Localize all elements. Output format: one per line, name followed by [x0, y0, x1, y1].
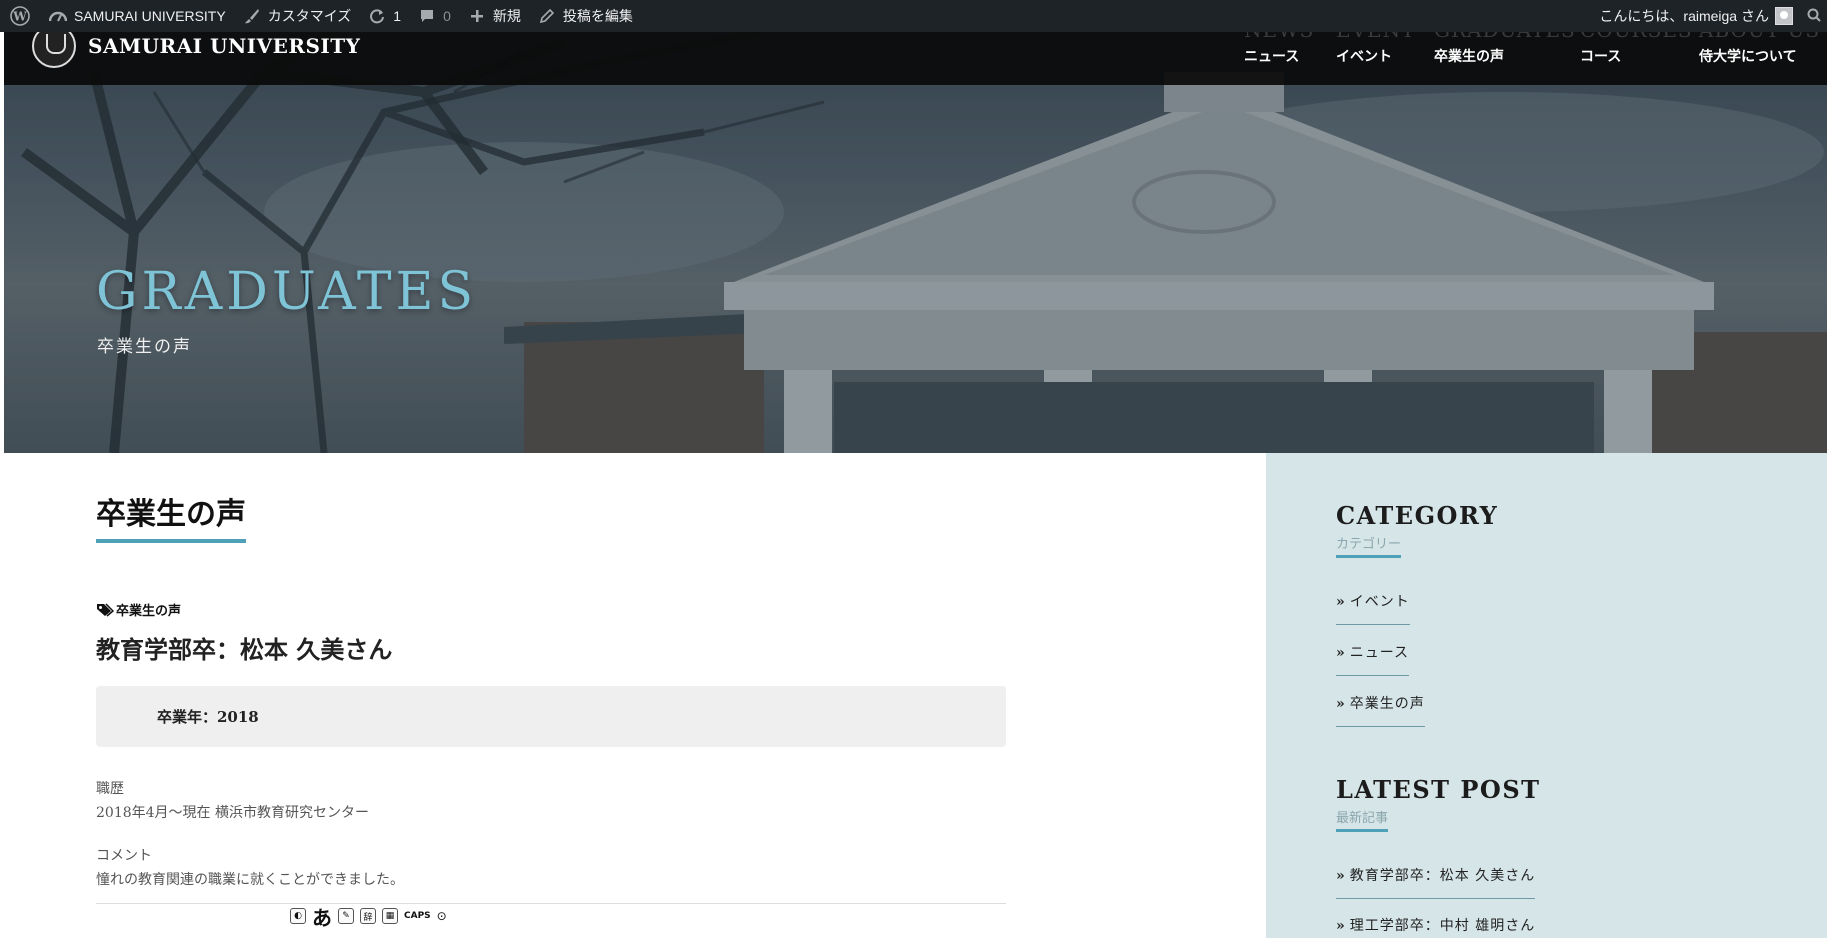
admin-search-button[interactable]: [1801, 0, 1827, 32]
ime-tool-icon[interactable]: ✎: [338, 908, 354, 924]
caps-indicator: CAPS: [404, 911, 431, 921]
category-item-news[interactable]: » ニュース: [1336, 642, 1410, 676]
main-content: 卒業生の声 卒業生の声 教育学部卒：松本 久美さん 卒業年：2018 職歴 20…: [4, 453, 1266, 938]
latest-widget-title: LATEST POST: [1336, 775, 1541, 804]
admin-site-link[interactable]: SAMURAI UNIVERSITY: [40, 0, 234, 32]
chevron-right-icon: »: [1336, 918, 1346, 934]
post-title[interactable]: 教育学部卒：松本 久美さん: [96, 630, 392, 665]
tags-icon: [96, 602, 115, 617]
plus-icon: [467, 6, 487, 26]
ime-props-icon[interactable]: ▦: [382, 908, 398, 924]
category-item-event[interactable]: » イベント: [1336, 591, 1410, 625]
hero-overlay: [4, 32, 1827, 453]
nav-item-ja: ニュース: [1244, 49, 1300, 65]
ime-toolbar[interactable]: ◐ あ ✎ 辞 ▦ CAPS ⊙: [290, 905, 447, 930]
hero-title: GRADUATES: [96, 262, 478, 322]
page-title: 卒業生の声: [96, 489, 246, 543]
comment-icon: [417, 6, 437, 26]
nav-item-ja: イベント: [1336, 49, 1392, 65]
refresh-icon: [367, 6, 387, 26]
comment-value: 憧れの教育関連の職業に就くことができました。: [96, 872, 404, 888]
hero-banner: GRADUATES 卒業生の声: [4, 32, 1827, 453]
ime-kana-indicator[interactable]: あ: [312, 902, 332, 931]
graduation-year-box: 卒業年：2018: [96, 686, 1006, 747]
nav-item-courses[interactable]: COURSES コース: [1580, 18, 1699, 85]
category-item-label: 卒業生の声: [1349, 696, 1425, 712]
career-value: 2018年4月〜現在 横浜市教育研究センター: [96, 805, 369, 821]
nav-item-event[interactable]: EVENT イベント: [1336, 18, 1434, 85]
latest-post-label: 教育学部卒：松本 久美さん: [1349, 868, 1536, 884]
nav-item-about-us[interactable]: ABOUT US 侍大学について: [1699, 18, 1827, 85]
latest-post-item[interactable]: » 理工学部卒：中村 雄明さん: [1336, 915, 1535, 938]
nav-item-graduates[interactable]: GRADUATES 卒業生の声: [1434, 18, 1580, 85]
chevron-right-icon: »: [1336, 594, 1346, 610]
admin-customize-link[interactable]: カスタマイズ: [234, 0, 360, 32]
category-widget-title: CATEGORY: [1336, 501, 1499, 530]
site-title: SAMURAI UNIVERSITY: [88, 33, 361, 58]
latest-widget-subtitle: 最新記事: [1336, 807, 1389, 832]
category-widget-subtitle: カテゴリー: [1336, 533, 1402, 558]
ime-kana-lock-icon: ⊙: [436, 909, 447, 923]
graduation-year: 卒業年：2018: [157, 708, 259, 726]
admin-edit-post-label: 投稿を編集: [562, 8, 633, 24]
admin-comments-count: 0: [443, 8, 451, 24]
post-category-label: 卒業生の声: [116, 604, 182, 619]
svg-text:W: W: [12, 10, 27, 24]
ime-mode-icon[interactable]: ◐: [290, 908, 306, 924]
ime-dictionary-icon[interactable]: 辞: [360, 908, 376, 924]
post-divider: [96, 903, 1006, 904]
main-nav: NEWS ニュース EVENT イベント GRADUATES 卒業生の声 COU…: [1244, 18, 1827, 85]
career-label: 職歴: [96, 781, 124, 797]
category-item-label: ニュース: [1349, 645, 1410, 661]
dashboard-icon: [48, 6, 68, 26]
chevron-right-icon: »: [1336, 696, 1346, 712]
sidebar: CATEGORY カテゴリー » イベント » ニュース » 卒業生の声 LATEST…: [1266, 453, 1827, 938]
admin-customize-label: カスタマイズ: [267, 8, 352, 24]
admin-greeting: こんにちは、raimeiga さん: [1599, 8, 1769, 24]
admin-account-menu[interactable]: こんにちは、raimeiga さん: [1591, 0, 1801, 32]
comment-label: コメント: [96, 848, 152, 864]
nav-item-ja: 卒業生の声: [1434, 49, 1504, 65]
site-header: SAMURAI UNIVERSITY NEWS ニュース EVENT イベント …: [4, 18, 1827, 85]
category-item-graduates[interactable]: » 卒業生の声: [1336, 693, 1425, 727]
brush-icon: [242, 6, 262, 26]
nav-item-ja: コース: [1580, 49, 1622, 65]
admin-edit-post-link[interactable]: 投稿を編集: [529, 0, 641, 32]
admin-updates-count: 1: [393, 8, 402, 24]
post-category-link[interactable]: 卒業生の声: [96, 600, 181, 619]
admin-new-link[interactable]: 新規: [459, 0, 529, 32]
search-icon: [1807, 8, 1821, 25]
chevron-right-icon: »: [1336, 868, 1346, 884]
category-item-label: イベント: [1349, 594, 1410, 610]
admin-site-name: SAMURAI UNIVERSITY: [74, 8, 226, 24]
hero-subtitle: 卒業生の声: [97, 337, 192, 357]
admin-updates-link[interactable]: 1: [359, 0, 409, 32]
latest-post-item[interactable]: » 教育学部卒：松本 久美さん: [1336, 865, 1536, 899]
nav-item-ja: 侍大学について: [1699, 49, 1797, 65]
admin-comments-link[interactable]: 0: [409, 0, 459, 32]
admin-new-label: 新規: [492, 8, 521, 24]
chevron-right-icon: »: [1336, 645, 1346, 661]
admin-bar: W SAMURAI UNIVERSITY カスタマイズ 1 0 新規 投稿を編集…: [0, 0, 1827, 32]
nav-item-news[interactable]: NEWS ニュース: [1244, 18, 1336, 85]
wordpress-logo-icon[interactable]: W: [0, 0, 40, 32]
pencil-icon: [537, 6, 557, 26]
avatar: [1775, 7, 1793, 25]
latest-post-label: 理工学部卒：中村 雄明さん: [1349, 918, 1536, 934]
